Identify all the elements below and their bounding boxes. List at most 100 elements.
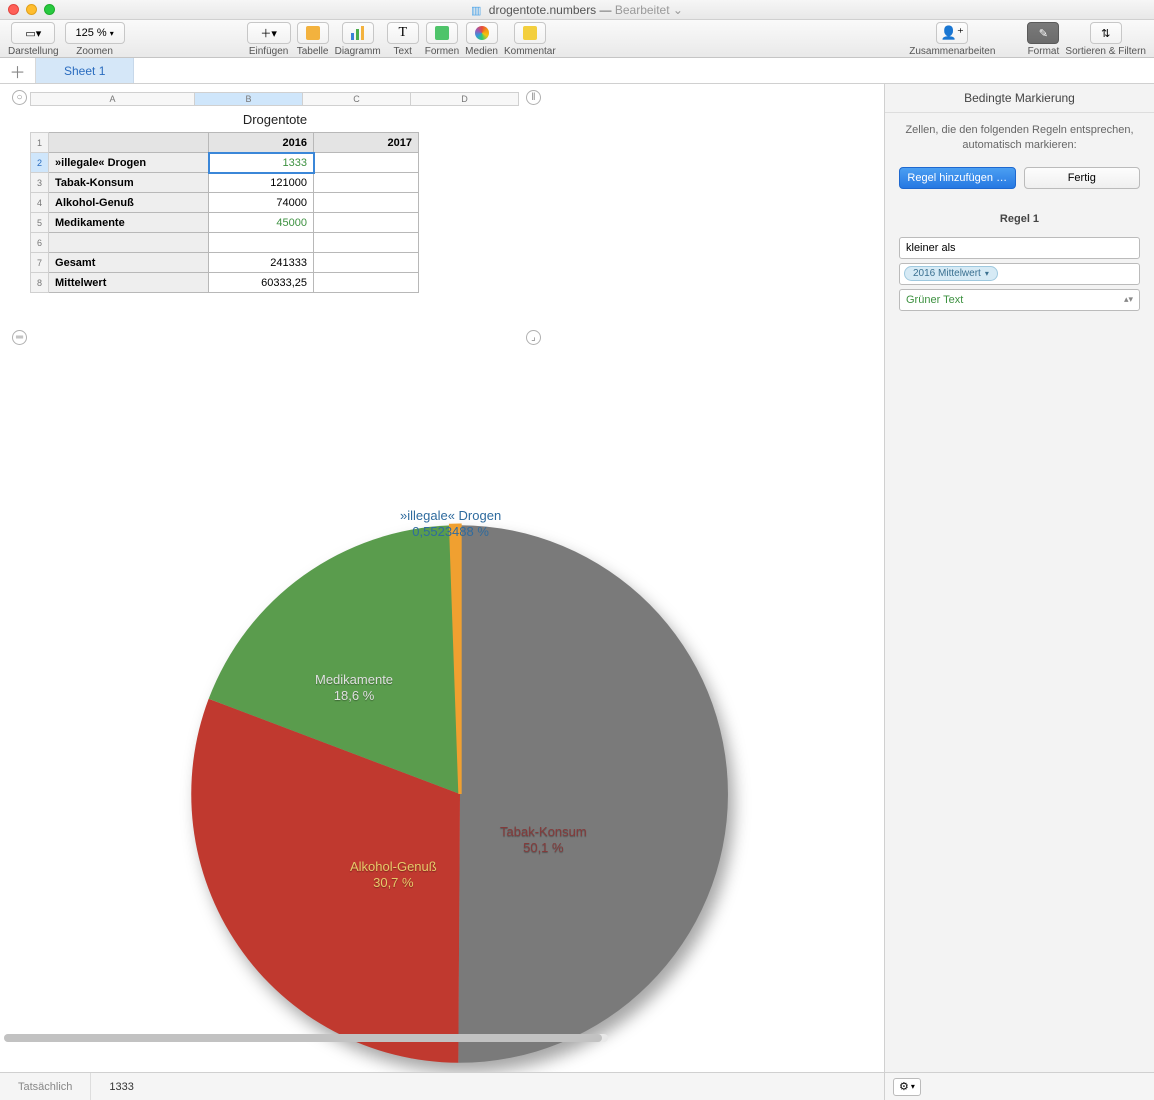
data-table: 1 2016 2017 2 »illegale« Drogen 1333 3 T…	[30, 132, 419, 293]
layout-icon: ▭▾	[25, 27, 41, 40]
collaborate-label: Zusammenarbeiten	[909, 46, 995, 57]
row-header-4[interactable]: 4	[31, 193, 49, 213]
insert-button[interactable]: ＋▾	[247, 22, 291, 44]
cell-B5[interactable]: 45000	[209, 213, 314, 233]
chevron-down-icon: ▾	[985, 269, 989, 278]
chevron-down-icon[interactable]: ⌄	[673, 3, 683, 17]
table-handle-bottomright[interactable]: ⌟	[526, 330, 541, 345]
cell-C7[interactable]	[314, 253, 419, 273]
row-header-1[interactable]: 1	[31, 133, 49, 153]
format-button[interactable]: ✎	[1027, 22, 1059, 44]
cell-A2[interactable]: »illegale« Drogen	[49, 153, 209, 173]
collaborate-button[interactable]: 👤⁺	[936, 22, 968, 44]
zoom-label: Zoomen	[76, 46, 113, 57]
label-medikamente: Medikamente 18,6 %	[315, 672, 393, 705]
header-2017[interactable]: 2017	[314, 133, 419, 153]
chevron-down-icon: ▾	[911, 1082, 915, 1091]
row-header-8[interactable]: 8	[31, 273, 49, 293]
row-header-2[interactable]: 2	[31, 153, 49, 173]
label-alkohol: Alkohol-Genuß 30,7 %	[350, 859, 437, 892]
cell-B4[interactable]: 74000	[209, 193, 314, 213]
comment-button[interactable]	[514, 22, 546, 44]
comment-icon	[523, 26, 537, 40]
table-handle-topleft[interactable]: ○	[12, 90, 27, 105]
zoom-select[interactable]: 125 %▾	[65, 22, 125, 44]
table-label: Tabelle	[297, 46, 329, 57]
table-handle-topright[interactable]: ‖	[526, 90, 541, 105]
view-button[interactable]: ▭▾	[11, 22, 55, 44]
cell-C4[interactable]	[314, 193, 419, 213]
shapes-label: Formen	[425, 46, 459, 57]
add-sheet-button[interactable]: ＋	[0, 58, 36, 83]
media-button[interactable]	[466, 22, 498, 44]
cell-B6[interactable]	[209, 233, 314, 253]
window-title: ▥ drogentote.numbers — Bearbeitet ⌄	[471, 3, 683, 17]
cell-A5[interactable]: Medikamente	[49, 213, 209, 233]
cell-B8[interactable]: 60333,25	[209, 273, 314, 293]
row-header-6[interactable]: 6	[31, 233, 49, 253]
row-header-3[interactable]: 3	[31, 173, 49, 193]
reference-token[interactable]: 2016 Mittelwert▾	[904, 266, 998, 281]
window-minimize-button[interactable]	[26, 4, 37, 15]
spreadsheet-canvas[interactable]: ○ A B C D ‖ Drogentote 1 2016 2017 2 »il…	[0, 84, 884, 1072]
row-header-5[interactable]: 5	[31, 213, 49, 233]
value-token-field[interactable]: 2016 Mittelwert▾	[899, 263, 1140, 285]
footer-mode-tab[interactable]: Tatsächlich	[0, 1073, 91, 1100]
brush-icon: ✎	[1039, 27, 1048, 40]
window-maximize-button[interactable]	[44, 4, 55, 15]
col-header-A[interactable]: A	[30, 92, 195, 106]
cell-C2[interactable]	[314, 153, 419, 173]
row-header-7[interactable]: 7	[31, 253, 49, 273]
chart-button[interactable]	[342, 22, 374, 44]
chart-label: Diagramm	[335, 46, 381, 57]
cell-C3[interactable]	[314, 173, 419, 193]
col-header-C[interactable]: C	[303, 92, 411, 106]
status-bar: Tatsächlich 1333	[0, 1072, 884, 1100]
slice-tabak	[458, 525, 728, 1063]
header-2016[interactable]: 2016	[209, 133, 314, 153]
table-handle-bottomleft[interactable]: ═	[12, 330, 27, 345]
cell-B2-selected[interactable]: 1333	[209, 153, 314, 173]
cell-B7[interactable]: 241333	[209, 253, 314, 273]
cell-C6[interactable]	[314, 233, 419, 253]
col-header-B[interactable]: B	[195, 92, 303, 106]
formula-value[interactable]: 1333	[91, 1081, 151, 1093]
col-header-D[interactable]: D	[411, 92, 519, 106]
sheet-tab-bar: ＋ Sheet 1	[0, 58, 1154, 84]
cell-A3[interactable]: Tabak-Konsum	[49, 173, 209, 193]
table-icon	[306, 26, 320, 40]
pie-chart[interactable]: »illegale« Drogen 0,5523488 % Tabak-Kons…	[180, 514, 740, 1074]
window-close-button[interactable]	[8, 4, 19, 15]
header-empty[interactable]	[49, 133, 209, 153]
table-button[interactable]	[297, 22, 329, 44]
condition-input[interactable]	[899, 237, 1140, 259]
cell-B3[interactable]: 121000	[209, 173, 314, 193]
sort-icon: ⇅	[1101, 27, 1110, 40]
format-select[interactable]: Grüner Text ▴▾	[899, 289, 1140, 311]
bar-chart-icon	[350, 26, 366, 40]
cell-A7[interactable]: Gesamt	[49, 253, 209, 273]
cell-C8[interactable]	[314, 273, 419, 293]
label-tabak: Tabak-Konsum 50,1 %	[500, 824, 587, 857]
cell-A8[interactable]: Mittelwert	[49, 273, 209, 293]
table-title[interactable]: Drogentote	[30, 112, 520, 127]
shapes-button[interactable]	[426, 22, 458, 44]
sort-label: Sortieren & Filtern	[1065, 46, 1146, 57]
sidebar-footer: ⚙▾	[884, 1072, 1154, 1100]
label-illegale: »illegale« Drogen 0,5523488 %	[400, 508, 501, 541]
shape-icon	[435, 26, 449, 40]
sort-filter-button[interactable]: ⇅	[1090, 22, 1122, 44]
text-button[interactable]: T	[387, 22, 419, 44]
cell-A6[interactable]	[49, 233, 209, 253]
gear-menu-button[interactable]: ⚙▾	[893, 1078, 921, 1096]
cell-A4[interactable]: Alkohol-Genuß	[49, 193, 209, 213]
sidebar-description: Zellen, die den folgenden Regeln entspre…	[885, 113, 1154, 163]
cell-C5[interactable]	[314, 213, 419, 233]
view-label: Darstellung	[8, 46, 59, 57]
add-rule-button[interactable]: Regel hinzufügen …	[899, 167, 1016, 189]
done-button[interactable]: Fertig	[1024, 167, 1141, 189]
sheet-tab-1[interactable]: Sheet 1	[36, 58, 134, 83]
insert-label: Einfügen	[249, 46, 288, 57]
horizontal-scrollbar[interactable]	[4, 1034, 608, 1042]
filename-label: drogentote.numbers	[489, 3, 596, 17]
